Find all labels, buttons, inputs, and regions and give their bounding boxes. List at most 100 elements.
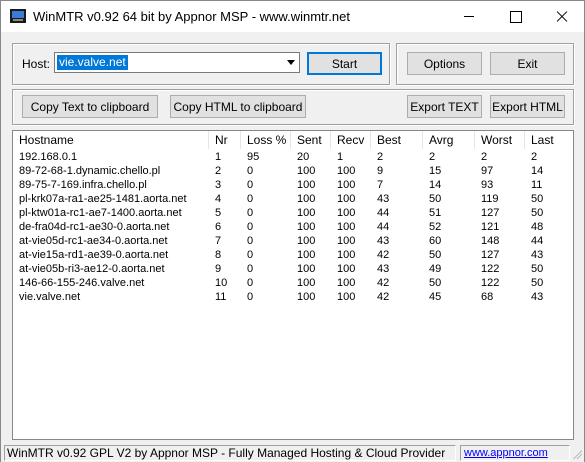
- cell-nr: 9: [215, 263, 222, 275]
- table-row[interactable]: vie.valve.net 11 0 100 100 42 45 68 43: [13, 290, 573, 304]
- cell-worst: 127: [481, 249, 500, 261]
- cell-last: 11: [531, 179, 543, 191]
- cell-sent: 100: [297, 179, 316, 191]
- cell-avrg: 60: [429, 235, 442, 247]
- cell-last: 14: [531, 165, 544, 177]
- cell-loss: 0: [247, 263, 254, 275]
- column-header-last[interactable]: Last: [525, 131, 573, 149]
- cell-loss: 0: [247, 193, 254, 205]
- table-row[interactable]: at-vie05b-ri3-ae12-0.aorta.net 9 0 100 100 43…: [13, 262, 573, 276]
- cell-sent: 100: [297, 165, 316, 177]
- winmtr-window: WinMTR v0.92 64 bit by Appnor MSP - www.…: [0, 0, 585, 462]
- cell-recv: 1: [337, 151, 344, 163]
- table-row[interactable]: pl-krk07a-ra1-ae25-1481.aorta.net 4 0 100 10…: [13, 192, 573, 206]
- exit-button[interactable]: Exit: [490, 52, 565, 75]
- cell-avrg: 49: [429, 263, 442, 275]
- cell-loss: 0: [247, 207, 254, 219]
- column-header-best[interactable]: Best: [371, 131, 423, 149]
- cell-nr: 2: [215, 165, 222, 177]
- appnor-link[interactable]: www.appnor.com: [460, 445, 570, 461]
- cell-hostname: de-fra04d-rc1-ae30-0.aorta.net: [19, 221, 170, 233]
- cell-best: 2: [377, 151, 384, 163]
- cell-last: 43: [531, 249, 544, 261]
- cell-sent: 100: [297, 277, 316, 289]
- title-bar[interactable]: WinMTR v0.92 64 bit by Appnor MSP - www.…: [1, 1, 584, 32]
- resize-grip-icon[interactable]: [571, 448, 583, 460]
- cell-recv: 100: [337, 165, 356, 177]
- cell-nr: 1: [215, 151, 222, 163]
- cell-worst: 122: [481, 277, 500, 289]
- cell-best: 7: [377, 179, 384, 191]
- app-monitor-icon: [10, 9, 26, 23]
- cell-hostname: at-vie05b-ri3-ae12-0.aorta.net: [19, 263, 165, 275]
- copy-text-button[interactable]: Copy Text to clipboard: [22, 95, 158, 118]
- cell-hostname: 146-66-155-246.valve.net: [19, 277, 145, 289]
- column-header-recv[interactable]: Recv: [331, 131, 371, 149]
- export-text-button[interactable]: Export TEXT: [407, 95, 482, 118]
- minimize-button[interactable]: [446, 1, 492, 32]
- column-header-hostname[interactable]: Hostname: [13, 131, 209, 149]
- column-header-worst[interactable]: Worst: [475, 131, 525, 149]
- cell-loss: 0: [247, 235, 254, 247]
- cell-sent: 100: [297, 221, 316, 233]
- cell-nr: 8: [215, 249, 222, 261]
- close-button[interactable]: [538, 1, 584, 32]
- cell-best: 43: [377, 193, 390, 205]
- maximize-button[interactable]: [492, 1, 538, 32]
- copy-html-button[interactable]: Copy HTML to clipboard: [170, 95, 306, 118]
- table-row[interactable]: 146-66-155-246.valve.net 10 0 100 100 42 50 122…: [13, 276, 573, 290]
- cell-sent: 20: [297, 151, 310, 163]
- cell-avrg: 50: [429, 193, 442, 205]
- column-header-nr[interactable]: Nr: [209, 131, 241, 149]
- cell-last: 43: [531, 291, 544, 303]
- results-table[interactable]: Hostname Nr Loss % Sent Recv Best Avrg W…: [12, 130, 574, 440]
- table-row[interactable]: 89-75-7-169.infra.chello.pl 3 0 100 100 7 14 93…: [13, 178, 573, 192]
- cell-loss: 0: [247, 291, 254, 303]
- cell-loss: 0: [247, 179, 254, 191]
- cell-last: 50: [531, 277, 544, 289]
- host-combobox[interactable]: vie.valve.net: [54, 52, 300, 73]
- cell-loss: 95: [247, 151, 260, 163]
- cell-sent: 100: [297, 263, 316, 275]
- host-label: Host:: [22, 57, 51, 71]
- cell-avrg: 50: [429, 277, 442, 289]
- column-header-loss[interactable]: Loss %: [241, 131, 291, 149]
- cell-hostname: 89-75-7-169.infra.chello.pl: [19, 179, 147, 191]
- cell-recv: 100: [337, 221, 356, 233]
- cell-nr: 7: [215, 235, 222, 247]
- cell-recv: 100: [337, 277, 356, 289]
- options-button[interactable]: Options: [407, 52, 482, 75]
- column-header-sent[interactable]: Sent: [291, 131, 331, 149]
- cell-hostname: at-vie15a-rd1-ae39-0.aorta.net: [19, 249, 169, 261]
- cell-recv: 100: [337, 207, 356, 219]
- cell-avrg: 2: [429, 151, 436, 163]
- export-html-button[interactable]: Export HTML: [490, 95, 565, 118]
- table-row[interactable]: pl-ktw01a-rc1-ae7-1400.aorta.net 5 0 100 100…: [13, 206, 573, 220]
- cell-worst: 2: [481, 151, 488, 163]
- host-input-value[interactable]: vie.valve.net: [57, 55, 128, 70]
- status-text: WinMTR v0.92 GPL V2 by Appnor MSP - Full…: [4, 445, 456, 461]
- cell-worst: 148: [481, 235, 500, 247]
- table-row[interactable]: at-vie15a-rd1-ae39-0.aorta.net 8 0 100 100 42…: [13, 248, 573, 262]
- cell-sent: 100: [297, 193, 316, 205]
- cell-sent: 100: [297, 207, 316, 219]
- column-header-avrg[interactable]: Avrg: [423, 131, 475, 149]
- cell-worst: 122: [481, 263, 500, 275]
- status-bar: WinMTR v0.92 GPL V2 by Appnor MSP - Full…: [1, 443, 584, 462]
- window-title: WinMTR v0.92 64 bit by Appnor MSP - www.…: [33, 9, 350, 24]
- cell-recv: 100: [337, 179, 356, 191]
- start-button[interactable]: Start: [307, 52, 382, 75]
- table-row[interactable]: 192.168.0.1 1 95 20 1 2 2 2 2: [13, 150, 573, 164]
- cell-recv: 100: [337, 263, 356, 275]
- cell-worst: 127: [481, 207, 500, 219]
- table-row[interactable]: de-fra04d-rc1-ae30-0.aorta.net 6 0 100 100 44…: [13, 220, 573, 234]
- cell-loss: 0: [247, 165, 254, 177]
- cell-hostname: vie.valve.net: [19, 291, 81, 303]
- cell-best: 43: [377, 235, 390, 247]
- cell-hostname: pl-krk07a-ra1-ae25-1481.aorta.net: [19, 193, 187, 205]
- combo-dropdown-icon[interactable]: [282, 53, 299, 72]
- table-row[interactable]: at-vie05d-rc1-ae34-0.aorta.net 7 0 100 100 43…: [13, 234, 573, 248]
- cell-avrg: 52: [429, 221, 442, 233]
- cell-hostname: 89-72-68-1.dynamic.chello.pl: [19, 165, 161, 177]
- table-row[interactable]: 89-72-68-1.dynamic.chello.pl 2 0 100 100 9 15 9…: [13, 164, 573, 178]
